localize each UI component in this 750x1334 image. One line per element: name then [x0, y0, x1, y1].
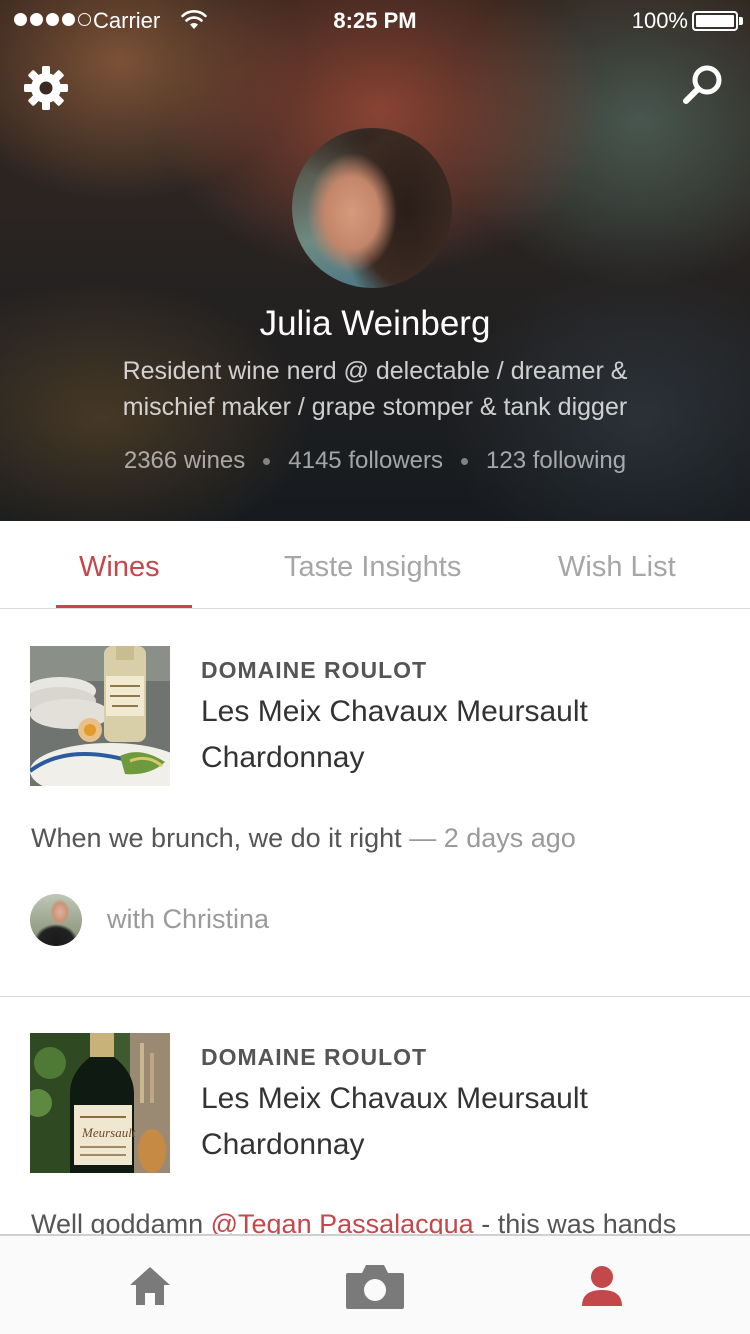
tab-taste-insights[interactable]: Taste Insights — [284, 551, 461, 584]
note-separator: — — [401, 823, 444, 853]
svg-text:Meursault: Meursault — [81, 1125, 136, 1140]
wine-name-line: Chardonnay — [201, 1128, 365, 1161]
profile-bio: Resident wine nerd @ delectable / dreame… — [90, 353, 660, 425]
followers-count[interactable]: 4145 followers — [288, 447, 443, 475]
wine-name[interactable]: Les Meix Chavaux Meursault Chardonnay — [201, 1076, 721, 1168]
active-tab-indicator — [56, 605, 192, 608]
wine-name-line: Les Meix Chavaux Meursault — [201, 1082, 588, 1115]
bio-line: mischief maker / grape stomper & tank di… — [122, 393, 628, 421]
wine-name-line: Chardonnay — [201, 741, 365, 774]
search-icon[interactable] — [680, 62, 726, 108]
tab-wish-list[interactable]: Wish List — [558, 551, 676, 584]
profile-icon — [582, 1266, 622, 1306]
wine-photo[interactable] — [30, 646, 170, 786]
bottom-tab-bar — [0, 1234, 750, 1334]
wines-count[interactable]: 2366 wines — [124, 447, 245, 475]
battery-icon — [692, 11, 738, 31]
tab-profile[interactable] — [552, 1236, 652, 1334]
user-mention[interactable]: @Tegan Passalacqua — [211, 1209, 474, 1234]
stats-separator — [461, 457, 469, 465]
wine-card[interactable]: Meursault DOMAINE ROULOT Les Meix Chavau… — [0, 997, 750, 1234]
wine-photo[interactable]: Meursault — [30, 1033, 170, 1173]
note-text: - this was hands — [473, 1209, 677, 1234]
status-bar: Carrier 8:25 PM 100% — [0, 0, 750, 40]
wine-feed: DOMAINE ROULOT Les Meix Chavaux Meursaul… — [0, 610, 750, 1234]
stats-separator — [263, 457, 271, 465]
camera-icon — [346, 1265, 404, 1309]
tab-camera[interactable] — [325, 1236, 425, 1334]
wine-producer: DOMAINE ROULOT — [201, 657, 428, 683]
following-count[interactable]: 123 following — [486, 447, 626, 475]
battery-tip — [739, 17, 743, 25]
wine-note: Well goddamn @Tegan Passalacqua - this w… — [31, 1209, 676, 1234]
tab-wines[interactable]: Wines — [79, 551, 160, 584]
wine-name[interactable]: Les Meix Chavaux Meursault Chardonnay — [201, 689, 721, 781]
home-icon — [130, 1267, 170, 1305]
note-timestamp: 2 days ago — [443, 823, 576, 853]
battery-percent: 100% — [631, 8, 688, 33]
tab-home[interactable] — [100, 1236, 200, 1334]
companion-label[interactable]: with Christina — [107, 904, 269, 935]
wine-producer: DOMAINE ROULOT — [201, 1044, 428, 1070]
profile-avatar[interactable] — [292, 128, 452, 288]
profile-tabs: Wines Taste Insights Wish List — [0, 521, 750, 609]
profile-name: Julia Weinberg — [259, 304, 491, 343]
note-text: When we brunch, we do it right — [31, 823, 402, 853]
bio-line: Resident wine nerd @ delectable / dreame… — [122, 357, 628, 385]
note-text: Well goddamn — [31, 1209, 211, 1234]
gear-icon[interactable] — [22, 64, 70, 112]
profile-stats: 2366 wines 4145 followers 123 following — [0, 447, 750, 475]
wine-name-line: Les Meix Chavaux Meursault — [201, 695, 588, 728]
companion-avatar[interactable] — [30, 894, 82, 946]
wine-card[interactable]: DOMAINE ROULOT Les Meix Chavaux Meursaul… — [0, 610, 750, 996]
wine-note: When we brunch, we do it right — 2 days … — [31, 823, 576, 854]
